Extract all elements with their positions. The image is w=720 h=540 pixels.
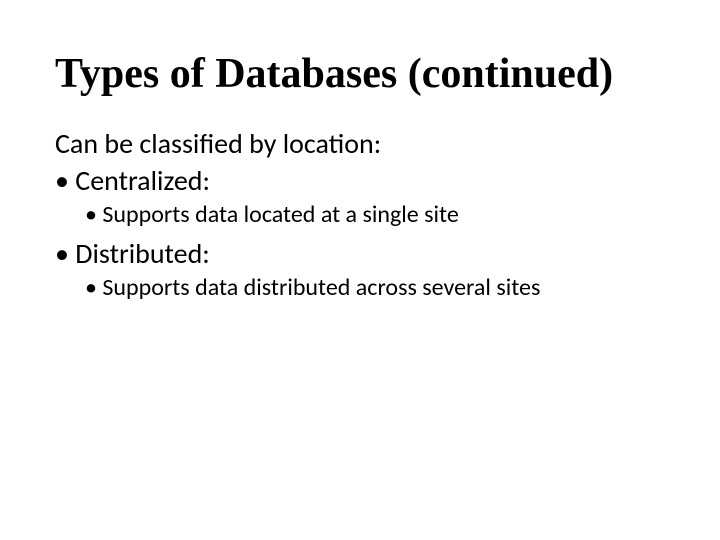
slide: Types of Databases (continued) Can be cl… [0, 0, 720, 540]
bullet-centralized: Centralized: [55, 163, 680, 198]
intro-text: Can be classified by location: [55, 126, 680, 161]
bullet-distributed: Distributed: [55, 236, 680, 271]
subbullet-centralized: Supports data located at a single site [55, 200, 680, 230]
slide-title: Types of Databases (continued) [55, 50, 680, 98]
subbullet-distributed: Supports data distributed across several… [55, 273, 680, 303]
